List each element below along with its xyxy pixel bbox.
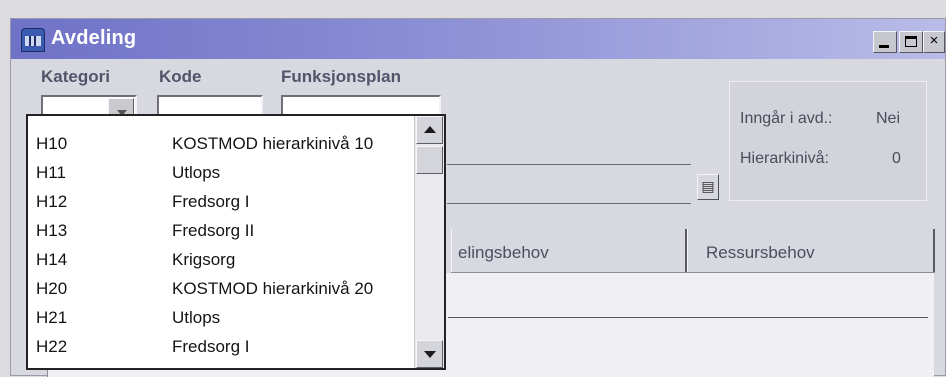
item-code: H13 bbox=[36, 221, 68, 240]
hierarki-label: Hierarkinivå: bbox=[740, 150, 829, 167]
tab-behov-label: elingsbehov bbox=[458, 243, 549, 262]
item-desc: KOSTMOD hierarkinivå 10 bbox=[172, 134, 374, 153]
item-desc: Fredsorg I bbox=[172, 192, 250, 211]
panel-divider bbox=[448, 317, 928, 318]
item-desc: Utlops bbox=[172, 163, 221, 182]
close-icon: × bbox=[929, 32, 939, 49]
item-code: H11 bbox=[36, 163, 66, 182]
inngar-label: Inngår i avd.: bbox=[740, 110, 833, 127]
kode-label: Kode bbox=[159, 67, 202, 86]
list-item[interactable]: H22 Fredsorg I bbox=[28, 333, 418, 361]
list-item[interactable]: H21 Utlops bbox=[28, 304, 418, 332]
inngar-value: Nei bbox=[876, 110, 901, 127]
item-desc: Fredsorg I bbox=[172, 337, 250, 356]
dropdown-scrollbar[interactable] bbox=[414, 116, 444, 368]
list-item[interactable]: H14 Krigsorg bbox=[28, 246, 418, 274]
kategori-dropdown-list[interactable]: H10 KOSTMOD hierarkinivå 10 H11 Utlops H… bbox=[26, 114, 446, 370]
item-code: H10 bbox=[36, 134, 68, 153]
funksjonsplan-label: Funksjonsplan bbox=[281, 67, 401, 86]
maximize-button[interactable] bbox=[899, 31, 923, 53]
item-code: H14 bbox=[36, 250, 68, 269]
lookup-button[interactable]: ▤ bbox=[697, 174, 719, 200]
info-panel: Inngår i avd.: Nei Hierarkinivå: 0 bbox=[729, 81, 927, 201]
item-code: H21 bbox=[36, 308, 68, 327]
hierarki-value: 0 bbox=[892, 150, 901, 167]
list-item[interactable]: H20 KOSTMOD hierarkinivå 20 bbox=[28, 275, 418, 303]
tab-ressursbehov-label: Ressursbehov bbox=[706, 243, 815, 262]
field-underline bbox=[447, 203, 691, 204]
item-code: H20 bbox=[36, 279, 68, 298]
scroll-thumb[interactable] bbox=[416, 146, 443, 174]
list-item[interactable]: H11 Utlops bbox=[28, 159, 418, 187]
maximize-icon bbox=[905, 36, 917, 47]
item-code: H12 bbox=[36, 192, 68, 211]
minimize-icon bbox=[879, 45, 889, 48]
title-bar[interactable]: Avdeling × bbox=[11, 19, 945, 59]
field-underline bbox=[447, 164, 691, 165]
tab-ressursbehov[interactable]: Ressursbehov bbox=[687, 229, 935, 273]
building-icon bbox=[21, 28, 45, 52]
tab-behov[interactable]: elingsbehov bbox=[451, 229, 687, 273]
list-icon: ▤ bbox=[701, 178, 715, 194]
list-item[interactable]: H12 Fredsorg I bbox=[28, 188, 418, 216]
list-item[interactable]: H13 Fredsorg II bbox=[28, 217, 418, 245]
scroll-up-button[interactable] bbox=[416, 116, 443, 144]
item-desc: Fredsorg II bbox=[172, 221, 255, 240]
item-desc: KOSTMOD hierarkinivå 20 bbox=[172, 279, 374, 298]
close-button[interactable]: × bbox=[923, 31, 945, 53]
scroll-down-button[interactable] bbox=[416, 340, 443, 368]
item-desc: Utlops bbox=[172, 308, 221, 327]
item-desc: Krigsorg bbox=[172, 250, 236, 269]
window-title: Avdeling bbox=[51, 27, 137, 49]
list-item[interactable]: H10 KOSTMOD hierarkinivå 10 bbox=[28, 130, 418, 158]
kategori-label: Kategori bbox=[41, 67, 110, 86]
item-code: H22 bbox=[36, 337, 68, 356]
minimize-button[interactable] bbox=[873, 31, 897, 53]
